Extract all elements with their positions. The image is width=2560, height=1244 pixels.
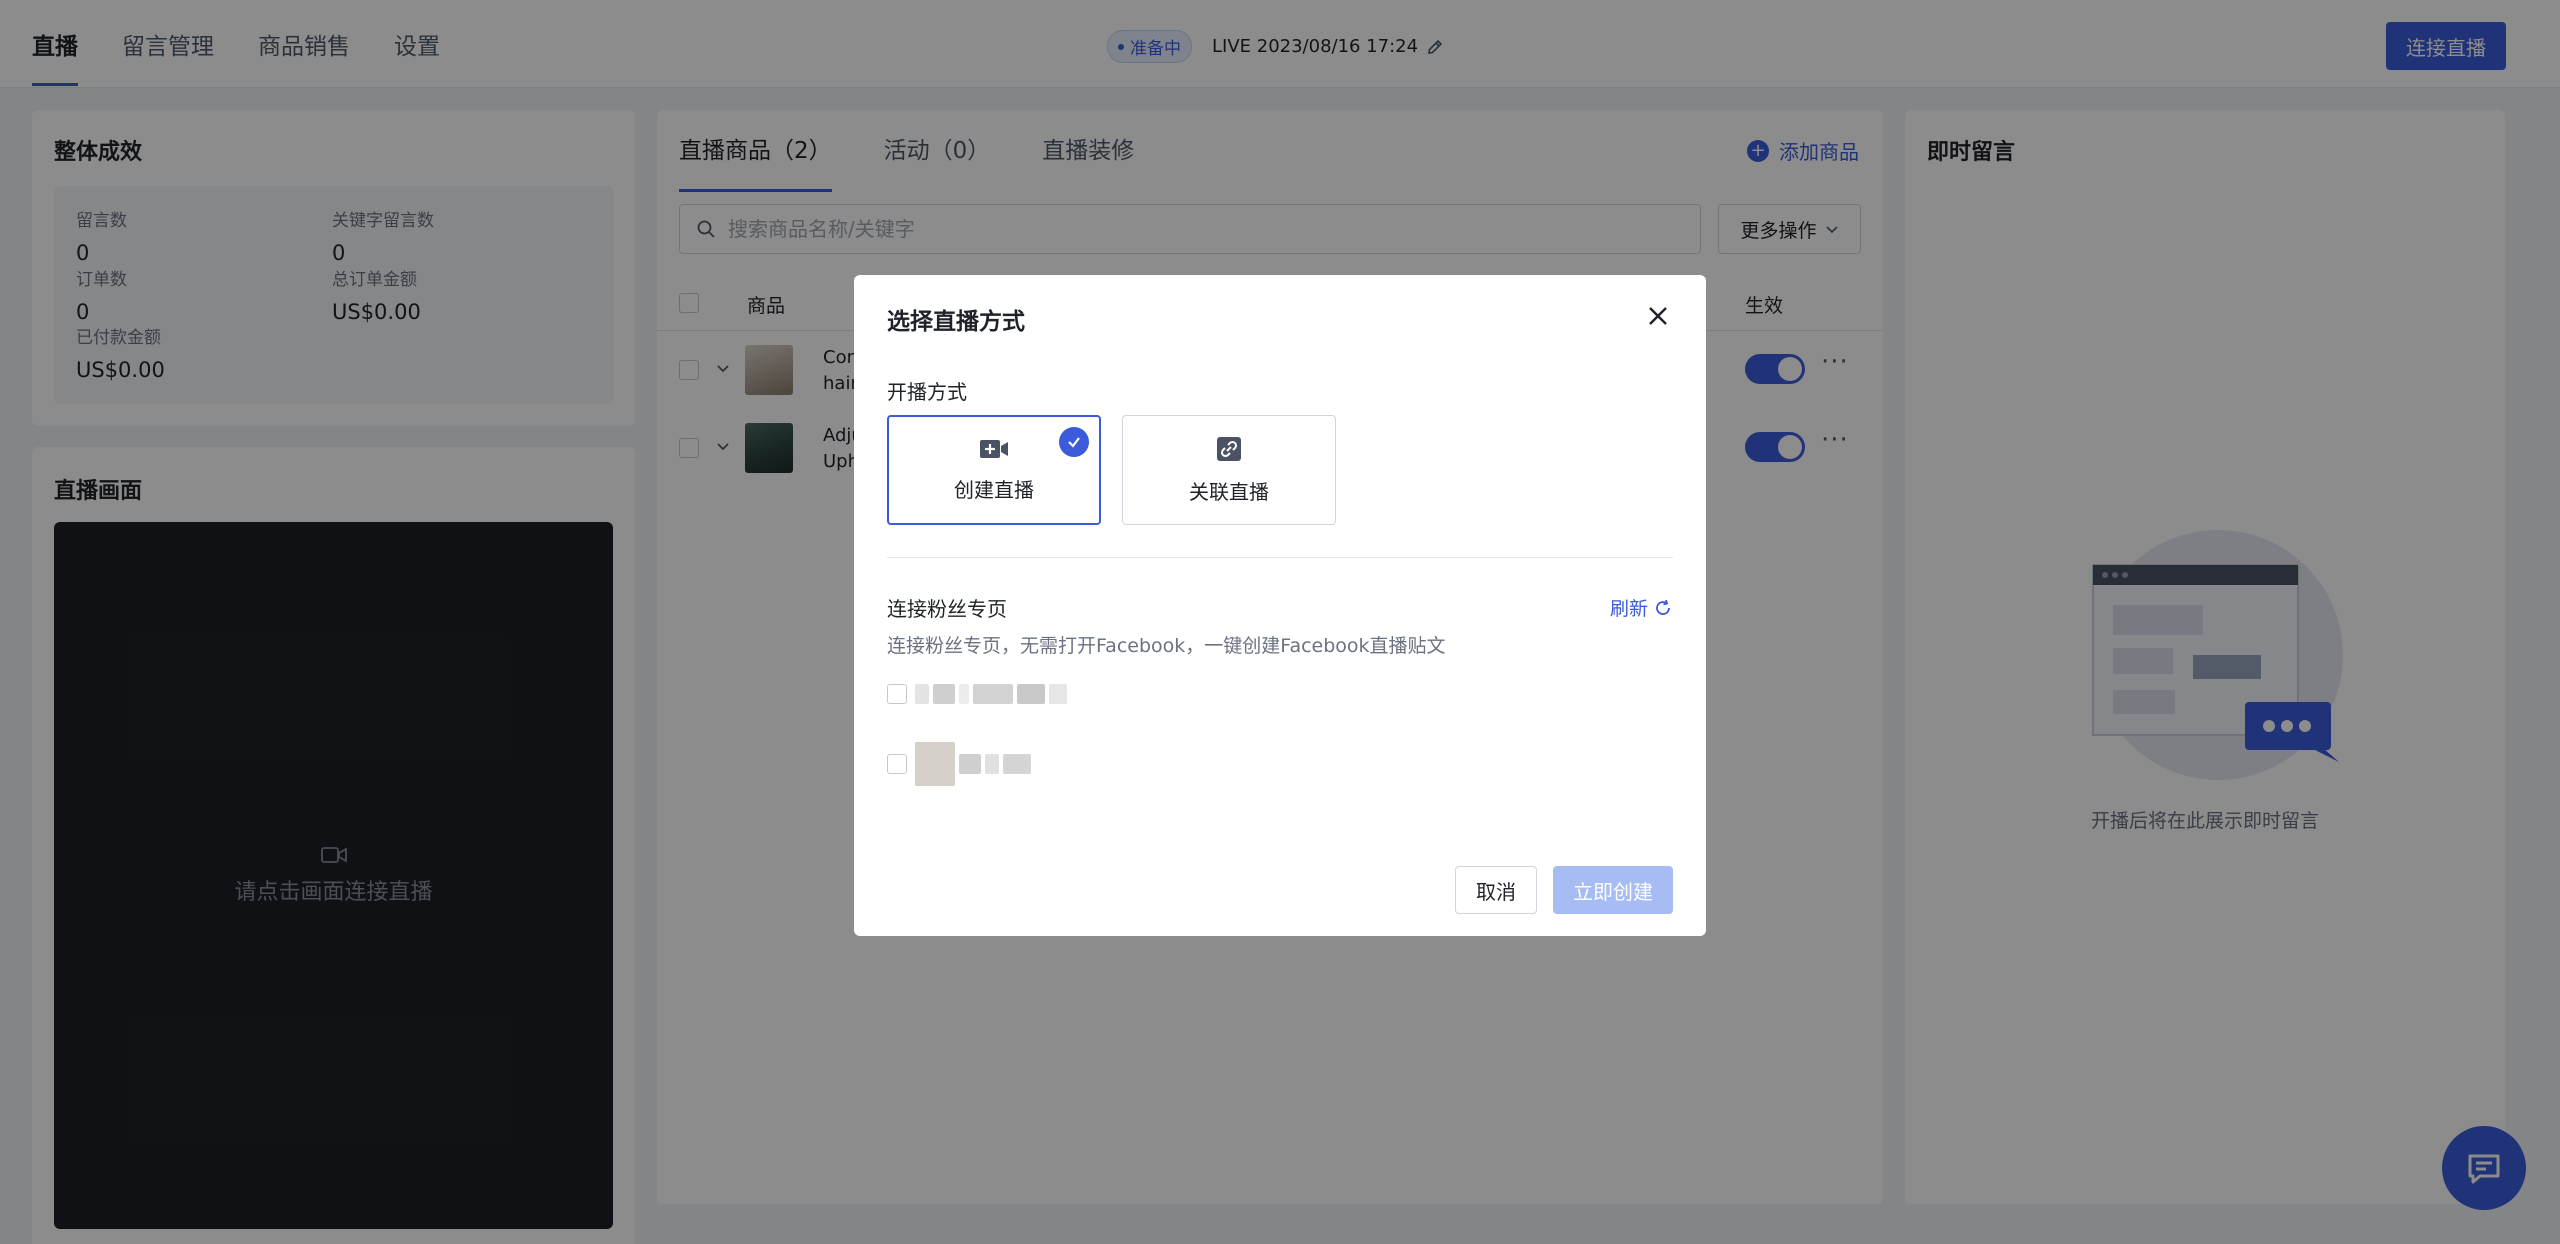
refresh-icon	[1656, 599, 1670, 615]
fanpage-option[interactable]	[887, 742, 1031, 786]
cancel-button[interactable]: 取消	[1455, 866, 1537, 914]
dialog-title: 选择直播方式	[887, 309, 1025, 335]
mode-label: 创建直播	[954, 477, 1034, 502]
select-live-mode-dialog: 选择直播方式 开播方式 创建直播 关联直播 连接粉丝专页 刷新 连接粉丝专页，无…	[854, 275, 1706, 936]
fanpage-name-redacted	[915, 742, 1031, 786]
fanpage-section-label: 连接粉丝专页	[887, 597, 1007, 621]
video-plus-icon	[980, 439, 1008, 458]
fanpage-checkbox[interactable]	[887, 684, 907, 704]
mode-label: 关联直播	[1189, 479, 1269, 504]
fanpage-name-redacted	[915, 684, 1067, 704]
fanpage-option[interactable]	[887, 684, 1067, 704]
fanpage-description: 连接粉丝专页，无需打开Facebook，一键创建Facebook直播贴文	[887, 635, 1446, 657]
mode-link-live[interactable]: 关联直播	[1122, 415, 1336, 525]
refresh-button[interactable]: 刷新	[1610, 594, 1672, 621]
dialog-divider	[887, 557, 1673, 558]
refresh-label: 刷新	[1609, 598, 1648, 620]
selected-check-icon	[1059, 427, 1089, 457]
create-now-button[interactable]: 立即创建	[1553, 866, 1673, 914]
mode-create-live[interactable]: 创建直播	[887, 415, 1101, 525]
close-icon[interactable]	[1644, 302, 1672, 330]
link-icon	[1217, 436, 1241, 461]
mode-section-label: 开播方式	[887, 380, 967, 404]
fanpage-checkbox[interactable]	[887, 754, 907, 774]
